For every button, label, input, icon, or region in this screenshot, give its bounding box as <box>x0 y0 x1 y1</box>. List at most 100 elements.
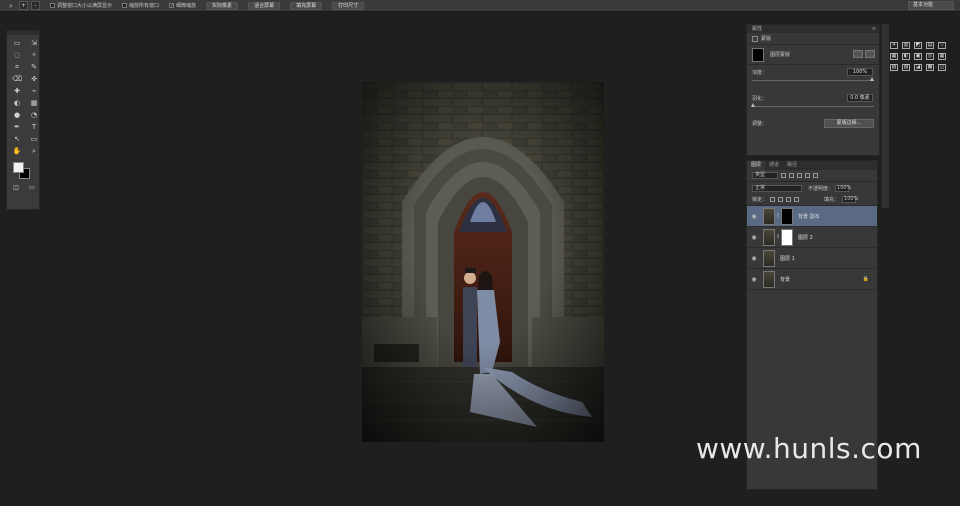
adjustment-icon[interactable]: ◐ <box>902 53 910 60</box>
layer-name[interactable]: 图层 1 <box>780 255 795 262</box>
layer-name[interactable]: 背景 副本 <box>798 213 820 220</box>
visibility-eye-icon[interactable]: ◉ <box>749 255 759 262</box>
vector-mask-icon[interactable] <box>865 50 875 58</box>
adjustment-icon[interactable]: ☀ <box>890 42 898 49</box>
layer-thumbnail[interactable] <box>763 228 775 246</box>
mask-edge-button[interactable]: 蒙版边缘... <box>824 119 874 128</box>
filter-pixel-icon[interactable] <box>781 173 786 178</box>
print-size-button[interactable]: 打印尺寸 <box>332 1 365 10</box>
tool-icon[interactable]: ⌗ <box>10 62 24 73</box>
tab-paths[interactable]: 路径 <box>783 161 801 170</box>
tool-icon[interactable]: ▭ <box>10 38 24 49</box>
filter-adjust-icon[interactable] <box>789 173 794 178</box>
resize-windows-checkbox[interactable]: 调整窗口大小以满屏显示 <box>50 2 112 9</box>
layer-mask-thumbnail[interactable] <box>781 228 793 246</box>
filter-shape-icon[interactable] <box>805 173 810 178</box>
tool-icon[interactable]: ⇲ <box>27 38 41 49</box>
scrubby-zoom-checkbox[interactable]: ✓ 细微缩放 <box>169 2 196 9</box>
density-slider-knob[interactable] <box>870 77 874 81</box>
tool-icon[interactable]: ▭ <box>27 134 41 145</box>
tool-icon[interactable]: ✋ <box>10 146 24 157</box>
tool-icon[interactable]: ⌁ <box>27 86 41 97</box>
tool-icon[interactable]: ◐ <box>10 98 24 109</box>
tab-layers[interactable]: 图层 <box>747 161 766 170</box>
zoom-out-button[interactable]: - <box>31 1 40 10</box>
fill-input[interactable]: 100% <box>842 196 858 203</box>
workspace-select[interactable]: 基本功能 <box>908 1 954 10</box>
adjustment-icon[interactable]: ◫ <box>938 64 946 71</box>
layer-thumbnail[interactable] <box>763 249 775 267</box>
fit-screen-button[interactable]: 适合屏幕 <box>248 1 281 10</box>
visibility-eye-icon[interactable]: ◉ <box>749 213 759 220</box>
tool-icon[interactable]: ◔ <box>27 110 41 121</box>
layer-row[interactable]: ◉ § 图层 2 <box>747 227 877 248</box>
feather-input[interactable]: 0.0 像素 <box>847 94 873 102</box>
quick-mask-icon[interactable]: ◫ <box>11 182 21 193</box>
layer-name[interactable]: 背景 <box>780 276 790 283</box>
visibility-eye-icon[interactable]: ◉ <box>749 234 759 241</box>
adjustment-icon[interactable]: ▽ <box>938 42 946 49</box>
adjustment-icon[interactable]: ▣ <box>914 53 922 60</box>
feather-slider[interactable] <box>752 106 874 107</box>
layer-row[interactable]: ◉ 图层 1 <box>747 248 877 269</box>
tool-icon[interactable]: ✎ <box>27 62 41 73</box>
lock-transparent-icon[interactable] <box>770 197 776 202</box>
visibility-eye-icon[interactable]: ◉ <box>749 276 759 283</box>
checkbox-box[interactable] <box>122 3 128 8</box>
filter-kind-select[interactable]: 类型 <box>752 172 778 179</box>
tool-icon[interactable]: T <box>27 122 41 133</box>
foreground-color-swatch[interactable] <box>13 162 24 173</box>
layer-mask-thumbnail[interactable] <box>781 207 793 225</box>
adjustment-icon[interactable]: ▩ <box>926 64 934 71</box>
adjustment-icon[interactable]: ▦ <box>890 53 898 60</box>
tool-icon[interactable]: ⌫ <box>10 74 24 85</box>
adjustment-icon[interactable]: ▧ <box>890 64 898 71</box>
lock-position-icon[interactable] <box>786 197 792 202</box>
density-input[interactable]: 100% <box>847 68 873 76</box>
filter-smart-icon[interactable] <box>813 173 818 178</box>
layer-thumbnail[interactable] <box>763 207 775 225</box>
fill-screen-button[interactable]: 填充屏幕 <box>290 1 323 10</box>
layer-name[interactable]: 图层 2 <box>798 234 813 241</box>
adjustment-icon[interactable]: ◩ <box>914 42 922 49</box>
collapsed-panel-strip[interactable] <box>881 24 889 208</box>
adjustment-icon[interactable]: ◪ <box>914 64 922 71</box>
checkbox-box[interactable] <box>50 3 55 8</box>
tool-icon[interactable]: ⌕ <box>27 146 41 157</box>
adjustment-icon[interactable]: ▦ <box>938 53 946 60</box>
adjustment-icon[interactable]: ◎ <box>926 53 934 60</box>
pixel-mask-icon[interactable] <box>853 50 863 58</box>
adjustment-icon[interactable]: ▤ <box>926 42 934 49</box>
layer-thumbnail[interactable] <box>763 270 775 288</box>
tool-icon[interactable]: ◌ <box>10 50 24 61</box>
tab-channels[interactable]: 通道 <box>765 161 783 170</box>
tool-icon[interactable]: ✜ <box>27 74 41 85</box>
mask-thumbnail <box>752 47 764 62</box>
actual-pixels-button[interactable]: 实际像素 <box>206 1 239 10</box>
tool-icon[interactable]: ↖ <box>10 134 24 145</box>
lock-pixels-icon[interactable] <box>778 197 784 202</box>
adjustment-icon[interactable]: ▨ <box>902 64 910 71</box>
tool-icon[interactable]: ✧ <box>27 50 41 61</box>
layer-row[interactable]: ◉ § 背景 副本 <box>747 206 877 227</box>
tool-icon[interactable]: ✒ <box>10 122 24 133</box>
layer-row[interactable]: ◉ 背景 🔒 <box>747 269 877 290</box>
screen-mode-icon[interactable]: ▭ <box>27 182 37 193</box>
tool-icon[interactable]: ✚ <box>10 86 24 97</box>
zoom-in-button[interactable]: + <box>19 1 28 10</box>
adjustment-icon[interactable]: ▥ <box>902 42 910 49</box>
blend-mode-select[interactable]: 正常 <box>752 184 802 192</box>
filter-text-icon[interactable] <box>797 173 802 178</box>
panel-menu-icon[interactable]: ≡ <box>872 25 876 33</box>
opacity-input[interactable]: 100% <box>835 184 851 192</box>
tool-icon[interactable]: ▦ <box>27 98 41 109</box>
feather-slider-knob[interactable] <box>751 103 755 107</box>
density-slider[interactable] <box>752 80 874 81</box>
zoom-all-windows-checkbox[interactable]: 缩放所有窗口 <box>122 2 159 9</box>
checkbox-box[interactable]: ✓ <box>169 3 174 9</box>
properties-header[interactable]: 属性 ≡ <box>747 25 879 33</box>
tool-icon[interactable]: ● <box>10 110 24 121</box>
document-canvas[interactable] <box>362 82 604 442</box>
zoom-tool-icon[interactable]: ⌕ <box>6 1 16 11</box>
lock-all-icon[interactable] <box>794 197 800 202</box>
